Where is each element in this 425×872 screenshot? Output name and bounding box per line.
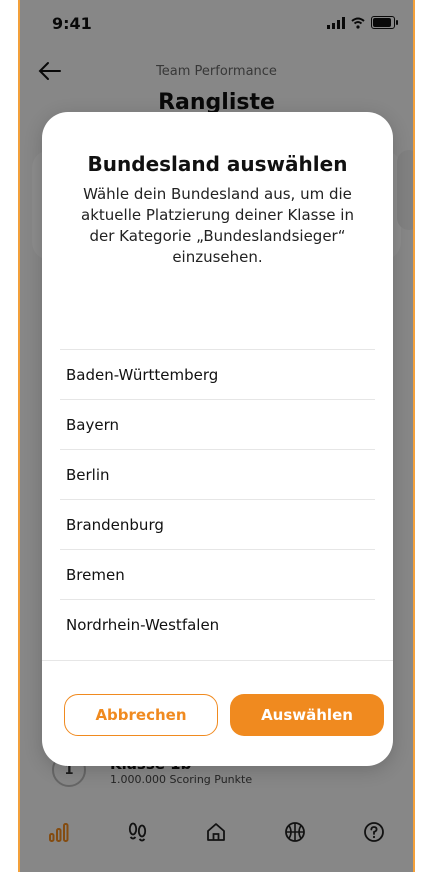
phone-frame: 9:41 Team Performance Rangliste 1 Klasse… (18, 0, 415, 872)
state-picker-modal: Bundesland auswählen Wähle dein Bundesla… (42, 112, 393, 766)
cancel-button[interactable]: Abbrechen (64, 694, 218, 736)
modal-footer: Abbrechen Auswählen (42, 660, 393, 766)
state-option[interactable]: Berlin (60, 449, 375, 499)
state-option[interactable]: Baden-Württemberg (60, 349, 375, 399)
state-list: Baden-Württemberg Bayern Berlin Brandenb… (60, 349, 375, 649)
state-option[interactable]: Bayern (60, 399, 375, 449)
select-button[interactable]: Auswählen (230, 694, 384, 736)
modal-description: Wähle dein Bundesland aus, um die aktuel… (81, 185, 354, 266)
modal-title: Bundesland auswählen (87, 152, 348, 176)
state-option[interactable]: Bremen (60, 549, 375, 599)
state-option[interactable]: Nordrhein-Westfalen (60, 599, 375, 649)
state-option[interactable]: Brandenburg (60, 499, 375, 549)
